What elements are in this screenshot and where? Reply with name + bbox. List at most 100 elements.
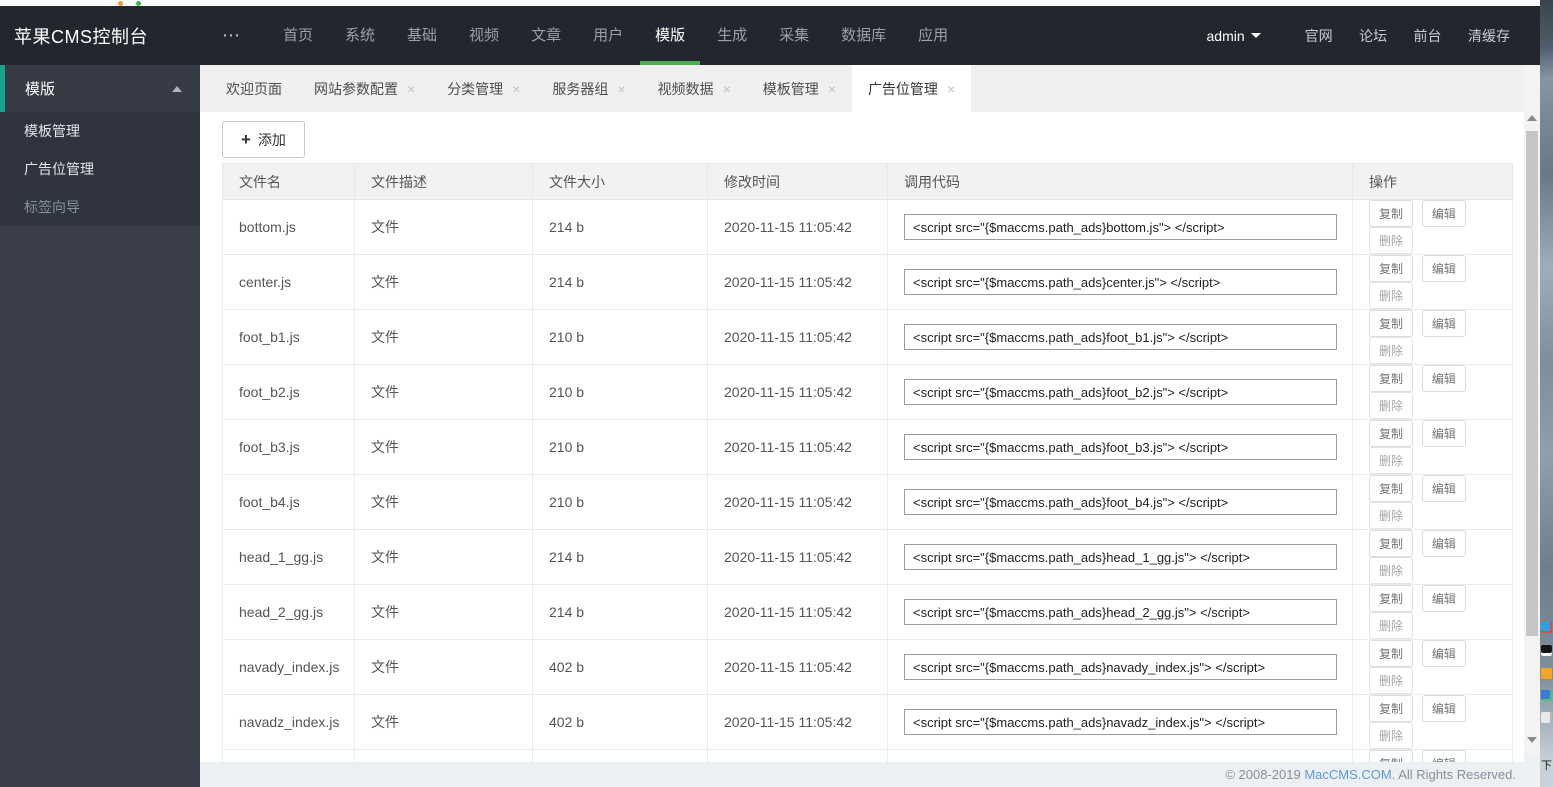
table-row: center.js 文件 214 b 2020-11-15 11:05:42 复… (222, 254, 1513, 310)
nav-item[interactable]: 模版 (640, 6, 701, 65)
add-button[interactable]: + 添加 (222, 121, 305, 158)
nav-item[interactable]: 基础 (392, 6, 452, 65)
close-icon[interactable]: × (512, 81, 520, 97)
edit-button[interactable]: 编辑 (1421, 200, 1466, 227)
sidebar-item[interactable]: 模板管理 (0, 112, 200, 150)
code-input[interactable] (904, 434, 1337, 460)
footer: © 2008-2019 MacCMS.COM. All Rights Reser… (200, 762, 1524, 787)
close-icon[interactable]: × (828, 81, 836, 97)
code-input[interactable] (904, 599, 1337, 625)
desktop-app-icon[interactable] (1541, 690, 1552, 701)
copy-button[interactable]: 复制 (1369, 255, 1414, 282)
file-name-cell: foot_b2.js (222, 364, 355, 420)
copy-button[interactable]: 复制 (1369, 310, 1414, 337)
copy-button[interactable]: 复制 (1369, 475, 1414, 502)
copy-button[interactable]: 复制 (1369, 750, 1414, 762)
close-icon[interactable]: × (723, 81, 731, 97)
desktop-edge-strip: 下 (1540, 0, 1553, 787)
nav-item[interactable]: 视频 (454, 6, 514, 65)
code-input[interactable] (904, 379, 1337, 405)
user-menu[interactable]: admin (1207, 28, 1261, 44)
delete-button[interactable]: 删除 (1369, 337, 1414, 364)
nav-item[interactable]: 应用 (903, 6, 963, 65)
edit-button[interactable]: 编辑 (1421, 310, 1466, 337)
sidebar-item[interactable]: 广告位管理 (0, 150, 200, 188)
copy-button[interactable]: 复制 (1369, 420, 1414, 447)
delete-button[interactable]: 删除 (1369, 392, 1414, 419)
edit-button[interactable]: 编辑 (1421, 365, 1466, 392)
nav-item[interactable]: 数据库 (826, 6, 901, 65)
tab[interactable]: 服务器组 × (536, 65, 641, 112)
tab[interactable]: 广告位管理 × (851, 65, 972, 112)
edit-button[interactable]: 编辑 (1421, 420, 1466, 447)
file-size-cell: 402 b (532, 694, 708, 750)
delete-button[interactable]: 删除 (1369, 667, 1414, 694)
edit-button[interactable]: 编辑 (1421, 695, 1466, 722)
actions-cell: 复制 编辑 删除 (1352, 254, 1513, 310)
sidebar-group-template[interactable]: 模版 (0, 65, 200, 112)
edit-button[interactable]: 编辑 (1421, 750, 1466, 762)
code-cell (887, 694, 1353, 750)
delete-button[interactable]: 删除 (1369, 447, 1414, 474)
nav-link[interactable]: 官网 (1305, 26, 1333, 46)
scrollbar-thumb[interactable] (1526, 131, 1538, 636)
delete-button[interactable]: 删除 (1369, 612, 1414, 639)
copy-button[interactable]: 复制 (1369, 200, 1414, 227)
table-row: navadz_index.js 文件 402 b 2020-11-15 11:0… (222, 694, 1513, 750)
desktop-app-icon[interactable] (1541, 668, 1552, 679)
tab[interactable]: 欢迎页面 × (210, 65, 298, 112)
copy-button[interactable]: 复制 (1369, 365, 1414, 392)
tab[interactable]: 视频数据 × (642, 65, 747, 112)
copy-button[interactable]: 复制 (1369, 530, 1414, 557)
sidebar-item[interactable]: 标签向导 (0, 188, 200, 226)
delete-button[interactable]: 删除 (1369, 282, 1414, 309)
scroll-down-icon[interactable] (1527, 737, 1537, 743)
qq-icon[interactable] (1541, 645, 1552, 656)
plus-icon: + (241, 129, 251, 149)
code-input[interactable] (904, 544, 1337, 570)
edit-button[interactable]: 编辑 (1421, 255, 1466, 282)
tab[interactable]: 模板管理 × (747, 65, 852, 112)
tab[interactable]: 分类管理 × (431, 65, 536, 112)
nav-item[interactable]: 系统 (330, 6, 390, 65)
maccms-link[interactable]: MacCMS.COM. (1304, 767, 1395, 782)
actions-cell: 复制 编辑 删除 (1352, 694, 1513, 750)
copy-button[interactable]: 复制 (1369, 695, 1414, 722)
code-input[interactable] (904, 214, 1337, 240)
delete-button[interactable]: 删除 (1369, 722, 1414, 749)
code-input[interactable] (904, 324, 1337, 350)
nav-item[interactable]: 用户 (578, 6, 638, 65)
tab-label: 分类管理 (447, 80, 504, 97)
vertical-scrollbar[interactable] (1524, 65, 1540, 762)
nav-link[interactable]: 前台 (1414, 26, 1442, 46)
nav-link[interactable]: 清缓存 (1468, 26, 1510, 46)
code-input[interactable] (904, 654, 1337, 680)
nav-item[interactable]: 文章 (516, 6, 576, 65)
desktop-app-icon[interactable] (1541, 712, 1552, 723)
scroll-up-icon[interactable] (1527, 115, 1537, 121)
code-input[interactable] (904, 489, 1337, 515)
delete-button[interactable]: 删除 (1369, 502, 1414, 529)
file-desc-cell: 文件 (354, 749, 533, 762)
close-icon[interactable]: × (947, 81, 955, 97)
nav-item[interactable]: 采集 (764, 6, 824, 65)
copy-button[interactable]: 复制 (1369, 585, 1414, 612)
close-icon[interactable]: × (617, 81, 625, 97)
delete-button[interactable]: 删除 (1369, 227, 1414, 254)
delete-button[interactable]: 删除 (1369, 557, 1414, 584)
close-icon[interactable]: × (407, 81, 415, 97)
code-input[interactable] (904, 269, 1337, 295)
tab[interactable]: 网站参数配置 × (298, 65, 431, 112)
nav-item[interactable]: 首页 (268, 6, 328, 65)
nav-link[interactable]: 论坛 (1359, 26, 1387, 46)
copy-button[interactable]: 复制 (1369, 640, 1414, 667)
main-nav: 首页 系统 基础 视频 文章 用户 模版 生成 采集 数据库 应用 (267, 6, 964, 65)
code-input[interactable] (904, 709, 1337, 735)
edit-button[interactable]: 编辑 (1421, 585, 1466, 612)
edit-button[interactable]: 编辑 (1421, 640, 1466, 667)
edit-button[interactable]: 编辑 (1421, 475, 1466, 502)
desktop-app-icon[interactable] (1541, 622, 1552, 633)
nav-collapse-icon[interactable]: ⋯ (222, 25, 241, 46)
edit-button[interactable]: 编辑 (1421, 530, 1466, 557)
nav-item[interactable]: 生成 (702, 6, 762, 65)
